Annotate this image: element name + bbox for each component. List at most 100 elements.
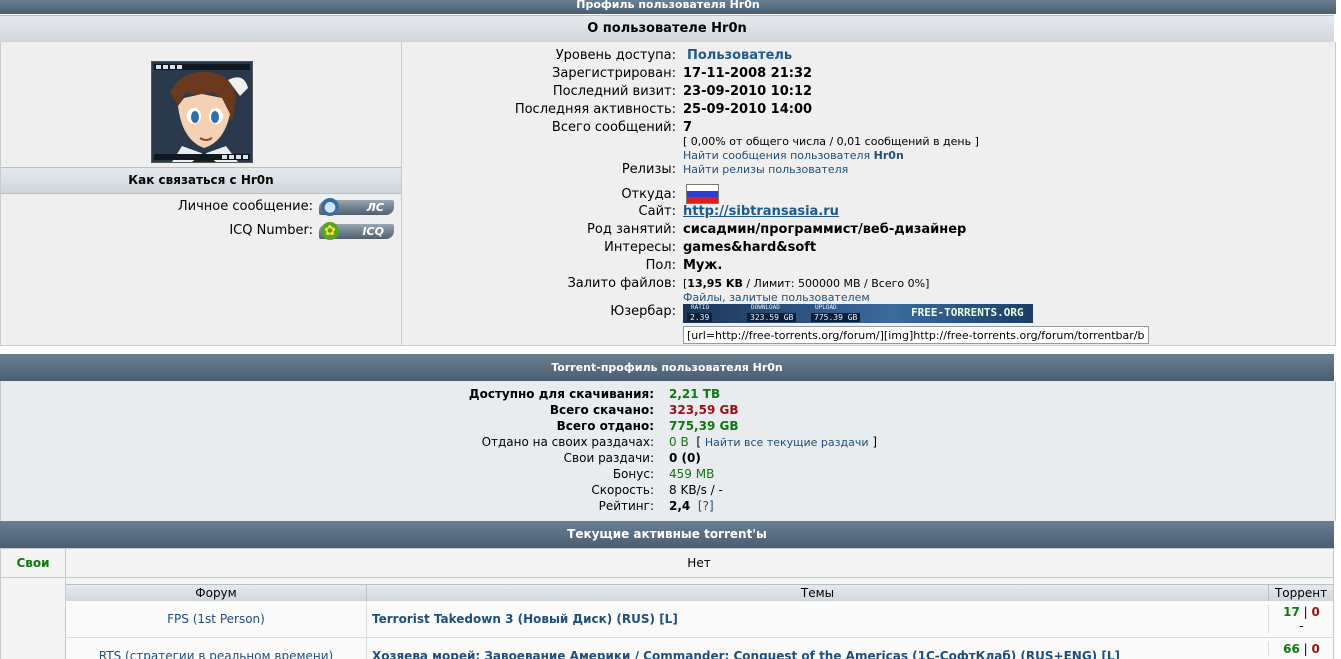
- releases-row: Релизы: Найти релизы пользователя: [402, 162, 1335, 180]
- about-header: О пользователе Hr0n: [0, 15, 1334, 43]
- contact-title: Как связаться с Hr0n: [128, 173, 274, 187]
- row-extra: -: [1299, 619, 1304, 633]
- own-active-label: Свои: [16, 556, 50, 570]
- uploaded-rest: / Лимит: 500000 MB / Всего 0%]: [742, 277, 930, 290]
- occupation-label: Род занятий:: [587, 222, 676, 237]
- gender-value: Муж.: [683, 258, 723, 273]
- rating-group: 2,4 [?]: [669, 499, 714, 513]
- registered-value: 17-11-2008 21:32: [683, 66, 813, 81]
- row-forum-link[interactable]: RTS (стратегии в реальном времени): [66, 638, 367, 659]
- row-seeds: 66: [1283, 642, 1300, 656]
- uploaded-row: Залито файлов: [13,95 KB / Лимит: 500000…: [402, 276, 1335, 306]
- active-torrents-title: Текущие активные torrent'ы: [567, 527, 767, 541]
- total-uploaded-label: Всего отдано:: [556, 419, 654, 433]
- row-sep: |: [1303, 605, 1308, 619]
- userbar-download-label: DOWNLOAD: [751, 304, 780, 311]
- col-header-topics-label: Темы: [800, 586, 835, 600]
- posts-value: 7: [683, 120, 693, 135]
- posts-search-link-text: Найти сообщения пользователя: [683, 149, 871, 162]
- about-title: О пользователе Hr0n: [587, 21, 747, 36]
- posts-row: Всего сообщений: 7 [ 0,00% от общего чис…: [402, 120, 1335, 164]
- bonus-label: Бонус:: [612, 467, 654, 481]
- available-label: Доступно для скачивания:: [468, 387, 654, 401]
- userbar-ratio-value: 2.39: [687, 313, 713, 322]
- contact-icq-label: ICQ Number:: [229, 223, 313, 238]
- row-leech: 0: [1311, 642, 1320, 656]
- col-header-torrent: Торрент: [1269, 584, 1333, 602]
- uploaded-label: Залито файлов:: [567, 276, 676, 291]
- col-header-torrent-label: Торрент: [1274, 586, 1328, 600]
- rating-label: Рейтинг:: [598, 499, 654, 513]
- downloaded-value: 323,59 GB: [669, 403, 739, 417]
- rating-row: Рейтинг: 2,4 [?]: [1, 499, 1335, 515]
- own-active-value: Нет: [687, 556, 711, 570]
- active-torrents-header: Текущие активные torrent'ы: [0, 521, 1334, 548]
- avatar[interactable]: [151, 61, 253, 163]
- interests-row: Интересы: games&hard&soft: [402, 240, 1335, 258]
- userbar-code-input[interactable]: [683, 326, 1149, 344]
- own-uploaded-row: Отдано на своих раздачах: 0 B [ Найти вс…: [1, 435, 1335, 451]
- registered-row: Зарегистрирован: 17-11-2008 21:32: [402, 66, 1335, 84]
- row-sep: |: [1303, 642, 1308, 656]
- own-uploaded-label: Отдано на своих раздачах:: [481, 435, 654, 449]
- posts-label: Всего сообщений:: [551, 120, 676, 135]
- profile-panel: Как связаться с Hr0n Личное сообщение: ●…: [0, 42, 1336, 346]
- col-header-topics: Темы: [367, 584, 1269, 602]
- from-row: Откуда:: [402, 184, 1335, 204]
- own-active-label-cell: Свои: [1, 549, 66, 577]
- access-value[interactable]: Пользователь: [687, 48, 792, 63]
- site-label: Сайт:: [638, 204, 676, 219]
- col-header-forum-label: Форум: [195, 586, 237, 600]
- occupation-value: сисадмин/программист/веб-дизайнер: [683, 222, 967, 237]
- gender-label: Пол:: [645, 258, 676, 273]
- contact-header: Как связаться с Hr0n: [1, 167, 401, 194]
- posts-search-link-user: Hr0n: [873, 149, 904, 162]
- userbar-image[interactable]: RATIO DOWNLOAD UPLOAD 2.39 323.59 GB 775…: [683, 304, 1033, 323]
- pm-button[interactable]: ● ЛС: [319, 198, 394, 216]
- access-label: Уровень доступа:: [555, 48, 676, 63]
- uploaded-summary: [13,95 KB / Лимит: 500000 MB / Всего 0%]: [683, 277, 929, 290]
- row-torrent-stats: 66 | 0: [1268, 642, 1333, 656]
- row-topic-link[interactable]: Хозяева морей: Завоевание Америки / Comm…: [372, 638, 1120, 659]
- row-torrent-stats: 17 | 0 -: [1268, 605, 1333, 633]
- bonus-row: Бонус: 459 MB: [1, 467, 1335, 483]
- own-releases-value: 0 (0): [669, 451, 701, 465]
- icq-button-label: ICQ: [362, 225, 384, 238]
- available-value: 2,21 TB: [669, 387, 721, 401]
- last-activity-label: Последняя активность:: [514, 102, 676, 117]
- own-uploaded-value: 0 B: [669, 435, 689, 449]
- own-active-row: Свои Нет: [0, 548, 1334, 578]
- rating-help-link[interactable]: [?]: [698, 499, 714, 513]
- profile-top-header: Профиль пользователя Hr0n: [0, 0, 1336, 14]
- last-visit-label: Последний визит:: [552, 84, 676, 99]
- uploaded-files-link[interactable]: Файлы, залитые пользователем: [683, 291, 870, 304]
- site-link[interactable]: http://sibtransasia.ru: [683, 204, 839, 219]
- releases-link[interactable]: Найти релизы пользователя: [683, 163, 848, 176]
- rating-value: 2,4: [669, 499, 691, 513]
- from-label: Откуда:: [621, 187, 676, 202]
- torrent-profile-title: Torrent-профиль пользователя Hr0n: [551, 361, 783, 374]
- last-visit-row: Последний визит: 23-09-2010 10:12: [402, 84, 1335, 102]
- speed-row: Скорость: 8 KB/s / -: [1, 483, 1335, 499]
- contact-icq-row: ICQ Number: ✿ ICQ: [1, 222, 401, 241]
- userbar-upload-value: 775.39 GB: [811, 313, 861, 322]
- releases-label: Релизы:: [621, 162, 676, 177]
- last-activity-row: Последняя активность: 25-09-2010 14:00: [402, 102, 1335, 120]
- profile-top-title: Профиль пользователя Hr0n: [576, 0, 760, 11]
- row-topic-link[interactable]: Terrorist Takedown 3 (Новый Диск) (RUS) …: [372, 601, 678, 637]
- contact-pm-row: Личное сообщение: ● ЛС: [1, 198, 401, 217]
- uploaded-size: 13,95 KB: [687, 277, 743, 290]
- find-current-releases-link[interactable]: Найти все текущие раздачи: [705, 436, 869, 449]
- posts-search-link[interactable]: Найти сообщения пользователя Hr0n: [683, 149, 904, 162]
- downloaded-label: Всего скачано:: [549, 403, 654, 417]
- russia-flag-icon: [686, 184, 719, 204]
- row-forum-link[interactable]: FPS (1st Person): [66, 601, 367, 637]
- profile-left-column: Как связаться с Hr0n Личное сообщение: ●…: [1, 42, 402, 345]
- icq-button[interactable]: ✿ ICQ: [319, 222, 394, 240]
- own-uploaded-group: 0 B [ Найти все текущие раздачи ]: [669, 435, 877, 449]
- occupation-row: Род занятий: сисадмин/программист/веб-ди…: [402, 222, 1335, 240]
- userbar-upload-label: UPLOAD: [815, 304, 837, 311]
- row-leech: 0: [1311, 605, 1320, 619]
- downloaded-row: Всего скачано: 323,59 GB: [1, 403, 1335, 419]
- total-uploaded-row: Всего отдано: 775,39 GB: [1, 419, 1335, 435]
